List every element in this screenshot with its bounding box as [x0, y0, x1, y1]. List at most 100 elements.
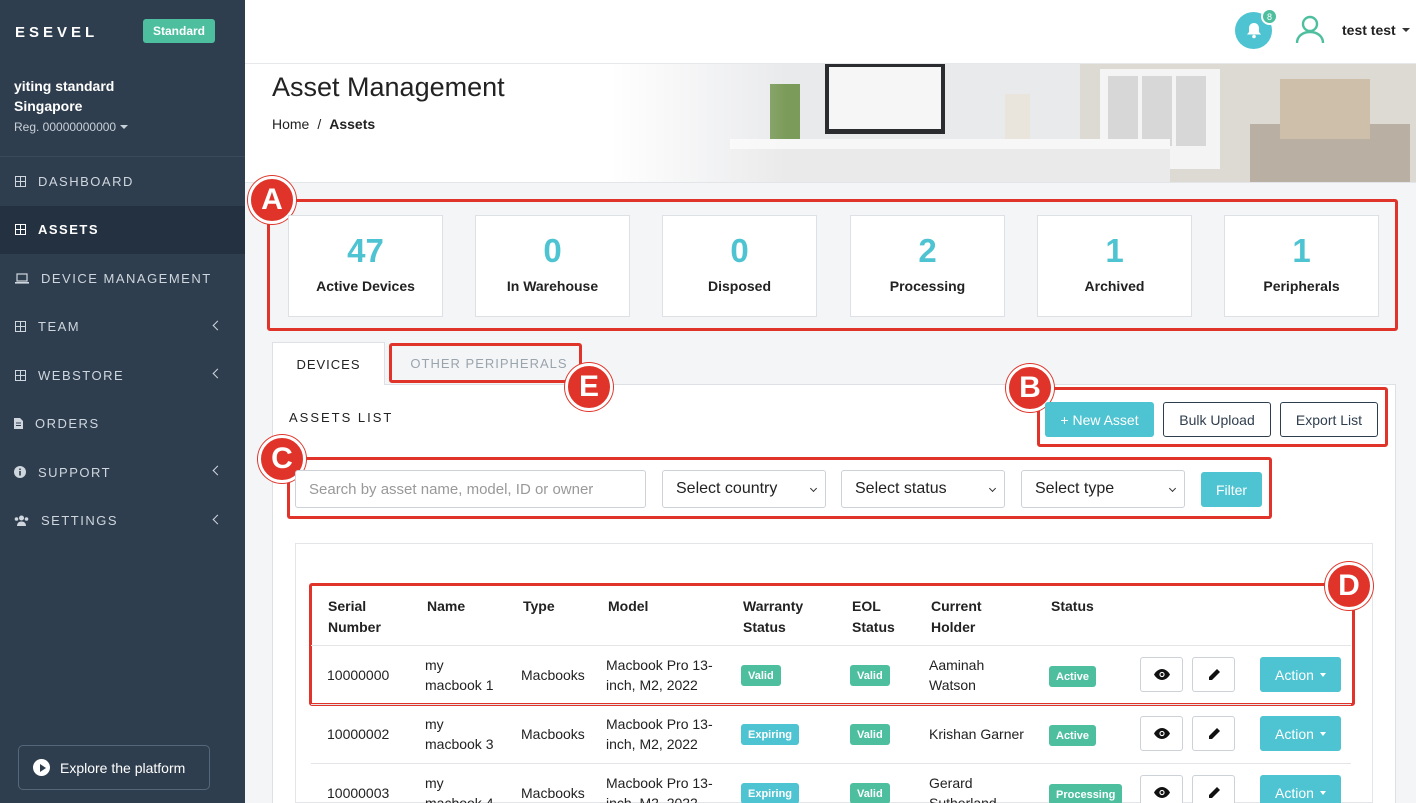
cell-model: Macbook Pro 13- inch, M2, 2022: [606, 773, 713, 803]
col-header-line: Holder: [931, 619, 976, 635]
country-select[interactable]: Select country: [662, 470, 826, 508]
bell-icon: [1246, 23, 1261, 39]
explore-label: Explore the platform: [60, 759, 186, 776]
filter-button[interactable]: Filter: [1201, 472, 1262, 507]
cell-line: Watson: [929, 677, 976, 693]
cell-name: my macbook 3: [425, 714, 493, 754]
stat-card-archived[interactable]: 1 Archived: [1037, 215, 1192, 317]
cell-line: my: [425, 657, 444, 673]
sidebar-item-team[interactable]: TEAM: [0, 303, 245, 352]
sidebar-item-device-management[interactable]: DEVICE MANAGEMENT: [0, 254, 245, 303]
user-icon[interactable]: [1295, 14, 1325, 49]
row-divider: [311, 645, 1351, 646]
org-name: yiting standard: [14, 78, 115, 94]
sidebar-item-label: SETTINGS: [41, 513, 119, 529]
status-badge: Processing: [1049, 784, 1123, 803]
type-select[interactable]: Select type: [1021, 470, 1185, 508]
action-label: Action: [1275, 666, 1314, 683]
explore-platform-button[interactable]: Explore the platform: [18, 745, 210, 790]
view-button[interactable]: [1140, 716, 1183, 751]
topbar: 8 test test: [245, 0, 1416, 64]
stat-label: In Warehouse: [506, 278, 599, 294]
col-header-warranty[interactable]: Warranty Status: [743, 596, 803, 638]
grid-icon: [14, 321, 26, 333]
brand-logo[interactable]: ESEVEL: [15, 24, 98, 41]
cell-model: Macbook Pro 13- inch, M2, 2022: [606, 714, 713, 754]
breadcrumb: Home / Assets: [272, 116, 375, 132]
col-header-name[interactable]: Name: [427, 596, 465, 617]
caret-down-icon: [1319, 790, 1326, 795]
row-divider: [311, 704, 1351, 705]
file-icon: [14, 418, 23, 430]
eol-status-badge: Valid: [850, 783, 890, 803]
sidebar-item-label: SUPPORT: [38, 464, 112, 480]
sidebar-item-settings[interactable]: SETTINGS: [0, 497, 245, 546]
org-switcher[interactable]: yiting standard Singapore Reg. 000000000…: [0, 64, 245, 156]
org-reg[interactable]: Reg. 00000000000: [14, 120, 231, 134]
type-select-value: Select type: [1035, 480, 1115, 497]
stat-card-disposed[interactable]: 0 Disposed: [662, 215, 817, 317]
sidebar-item-assets[interactable]: ASSETS: [0, 205, 245, 254]
col-header-holder[interactable]: Current Holder: [931, 596, 982, 638]
col-header-line: Status: [852, 619, 895, 635]
col-header-eol[interactable]: EOL Status: [852, 596, 895, 638]
stat-label: Active Devices: [316, 278, 415, 294]
stat-value: 2: [918, 232, 937, 269]
caret-down-icon: [1401, 28, 1410, 32]
new-asset-button[interactable]: + New Asset: [1045, 402, 1154, 437]
assets-list-title: ASSETS LIST: [289, 410, 394, 425]
view-button[interactable]: [1140, 775, 1183, 803]
tab-devices[interactable]: DEVICES: [272, 342, 385, 385]
action-dropdown[interactable]: Action: [1260, 716, 1341, 751]
chevron-down-icon: [809, 484, 818, 493]
search-input[interactable]: Search by asset name, model, ID or owner: [295, 470, 646, 508]
col-header-status[interactable]: Status: [1051, 596, 1094, 617]
bulk-upload-button[interactable]: Bulk Upload: [1163, 402, 1271, 437]
sidebar: ESEVEL Standard yiting standard Singapor…: [0, 0, 245, 803]
breadcrumb-home[interactable]: Home: [272, 116, 309, 132]
page-title: Asset Management: [272, 72, 505, 102]
cell-line: Macbook Pro 13-: [606, 657, 713, 673]
action-label: Action: [1275, 784, 1314, 801]
sidebar-item-orders[interactable]: ORDERS: [0, 400, 245, 449]
cell-line: Gerard: [929, 775, 973, 791]
col-header-type[interactable]: Type: [523, 596, 555, 617]
action-dropdown[interactable]: Action: [1260, 775, 1341, 803]
edit-button[interactable]: [1192, 775, 1235, 803]
cell-line: macbook 4: [425, 795, 494, 803]
stat-card-active-devices[interactable]: 47 Active Devices: [288, 215, 443, 317]
play-icon: [33, 759, 50, 776]
edit-button[interactable]: [1192, 657, 1235, 692]
stat-card-processing[interactable]: 2 Processing: [850, 215, 1005, 317]
cell-model: Macbook Pro 13- inch, M2, 2022: [606, 655, 713, 695]
status-select[interactable]: Select status: [841, 470, 1005, 508]
cell-line: Macbook Pro 13-: [606, 775, 713, 791]
cell-name: my macbook 1: [425, 655, 493, 695]
cell-line: Sutherland: [929, 795, 997, 803]
page-header: Asset Management Home / Assets: [245, 64, 1416, 183]
col-header-model[interactable]: Model: [608, 596, 648, 617]
stat-card-peripherals[interactable]: 1 Peripherals: [1224, 215, 1379, 317]
sidebar-item-label: ASSETS: [38, 222, 100, 238]
export-list-button[interactable]: Export List: [1280, 402, 1378, 437]
grid-icon: [14, 224, 26, 236]
action-dropdown[interactable]: Action: [1260, 657, 1341, 692]
org-reg-number: Reg. 00000000000: [14, 120, 117, 134]
chevron-left-icon: [212, 514, 223, 524]
view-button[interactable]: [1140, 657, 1183, 692]
cell-serial: 10000000: [327, 667, 390, 683]
warranty-status-badge: Expiring: [741, 724, 800, 745]
sidebar-item-dashboard[interactable]: DASHBOARD: [0, 157, 245, 206]
users-icon: [14, 515, 29, 527]
sidebar-item-support[interactable]: SUPPORT: [0, 448, 245, 497]
cell-type: Macbooks: [521, 726, 585, 742]
cell-line: Aaminah: [929, 657, 985, 673]
chevron-left-icon: [212, 368, 223, 379]
sidebar-item-label: WEBSTORE: [38, 367, 125, 383]
sidebar-item-webstore[interactable]: WEBSTORE: [0, 351, 245, 400]
stat-card-in-warehouse[interactable]: 0 In Warehouse: [475, 215, 630, 317]
edit-button[interactable]: [1192, 716, 1235, 751]
user-menu[interactable]: test test: [1342, 22, 1410, 38]
cell-line: inch, M2, 2022: [606, 795, 698, 803]
col-header-serial[interactable]: Serial Number: [328, 596, 381, 638]
